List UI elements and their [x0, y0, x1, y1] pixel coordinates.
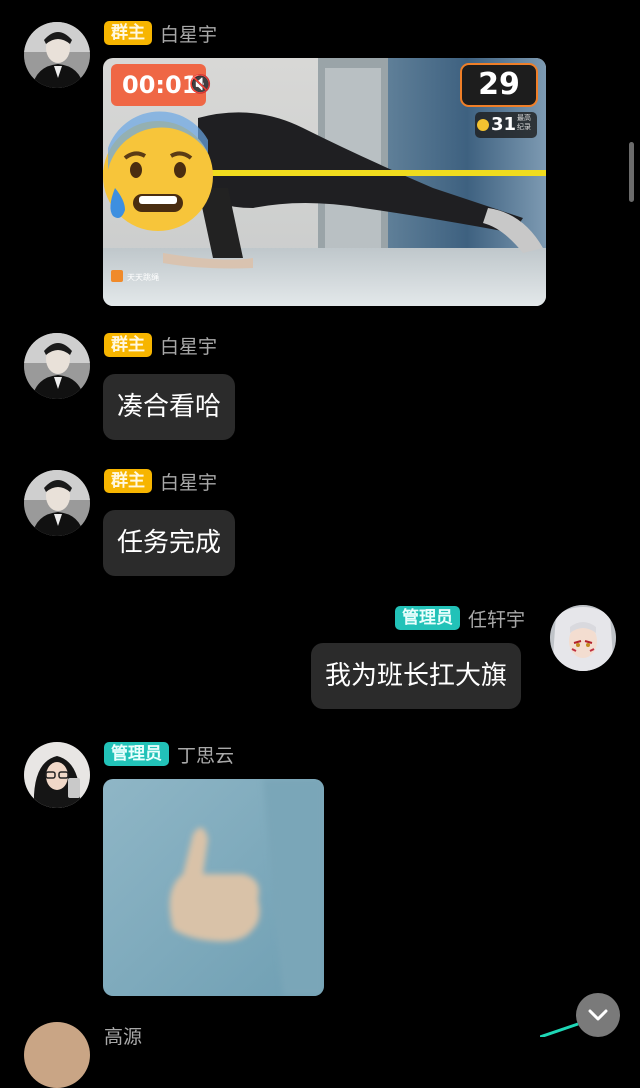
role-badge-owner: 群主 — [104, 469, 152, 493]
role-badge-admin: 管理员 — [395, 606, 460, 630]
text-bubble[interactable]: 凑合看哈 — [103, 374, 236, 440]
avatar-sender[interactable] — [24, 470, 90, 536]
role-badge-owner: 群主 — [104, 333, 152, 357]
mute-icon[interactable]: 🔇 — [189, 75, 211, 95]
sender-name[interactable]: 白星宇 — [160, 20, 217, 47]
sender-name[interactable]: 白星宇 — [160, 332, 217, 359]
jump-counter: 29 — [478, 67, 520, 102]
sender-name[interactable]: 丁思云 — [177, 741, 234, 768]
avatar-sender[interactable] — [24, 742, 90, 808]
image-message[interactable] — [103, 779, 324, 996]
video-timer: 00:01 — [122, 71, 199, 99]
video-message[interactable]: 天天跳绳 00:01 🔇 29 31 最高 纪录 — [103, 58, 546, 306]
sender-name[interactable]: 任轩宇 — [468, 605, 525, 632]
thumbs-up-photo — [103, 779, 324, 996]
scroll-to-bottom-button[interactable] — [576, 993, 620, 1037]
role-badge-owner: 群主 — [104, 21, 152, 45]
chevron-down-icon — [588, 1009, 608, 1021]
sender-name[interactable]: 白星宇 — [160, 468, 217, 495]
text-bubble[interactable]: 任务完成 — [103, 510, 236, 576]
scrollbar[interactable] — [629, 142, 634, 202]
avatar-sender[interactable] — [550, 605, 616, 671]
text-bubble[interactable]: 我为班长扛大旗 — [311, 643, 522, 709]
avatar-sender[interactable] — [24, 333, 90, 399]
avatar-sender[interactable] — [24, 22, 90, 88]
role-badge-admin: 管理员 — [104, 742, 169, 766]
svg-text:天天跳绳: 天天跳绳 — [127, 272, 159, 282]
record-label: 最高 纪录 — [517, 114, 531, 131]
record-value: 31 — [491, 114, 517, 135]
decorative-stroke — [540, 1022, 579, 1037]
sender-name[interactable]: 高源 — [104, 1022, 142, 1049]
avatar-sender[interactable] — [24, 1022, 90, 1088]
